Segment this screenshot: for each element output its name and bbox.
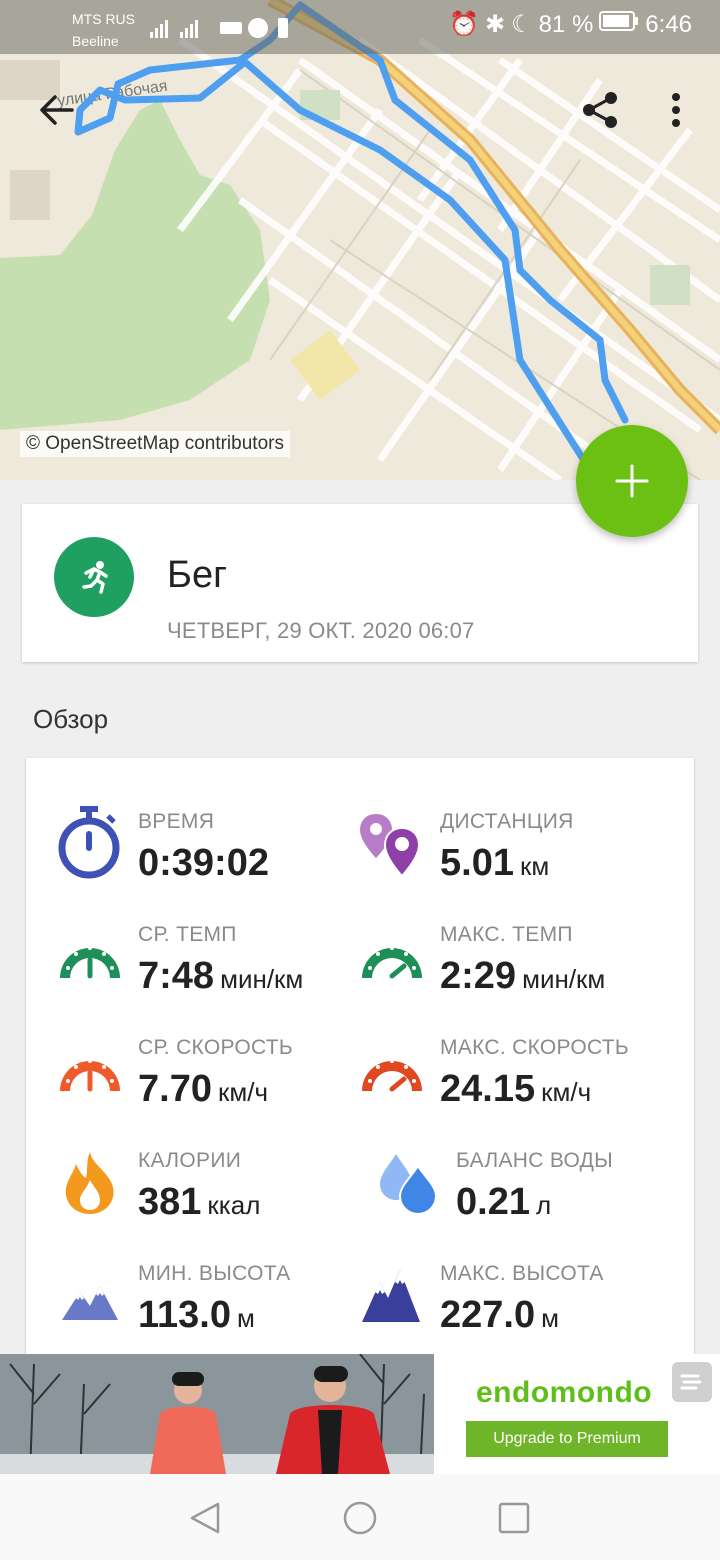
stat-label-min-altitude: МИН. ВЫСОТА [138, 1262, 291, 1285]
status-right: ⏰ ✱ ☾ 81 % 6:46 [449, 10, 692, 39]
activity-date: ЧЕТВЕРГ, 29 ОКТ. 2020 06:07 [167, 618, 475, 643]
stat-label-water: БАЛАНС ВОДЫ [456, 1149, 614, 1172]
carrier-1: MTS RUS [72, 11, 135, 27]
stat-value-max-altitude: 227.0 м [440, 1294, 559, 1336]
add-button[interactable] [576, 425, 688, 537]
ad-brand-logo: endomondo [476, 1376, 653, 1409]
circle-home-icon [343, 1501, 377, 1535]
stat-value-calories: 381 ккал [138, 1181, 261, 1223]
stat-label-distance: ДИСТАНЦИЯ [440, 810, 574, 833]
upgrade-premium-button[interactable]: Upgrade to Premium [466, 1421, 668, 1457]
system-nav-bar [0, 1474, 720, 1560]
stat-label-max-pace: МАКС. ТЕМП [440, 923, 573, 946]
square-recents-icon [498, 1502, 530, 1534]
stat-label-time: ВРЕМЯ [138, 810, 215, 833]
stat-label-avg-speed: СР. СКОРОСТЬ [138, 1036, 293, 1059]
water-drops-icon [376, 1152, 440, 1221]
stat-value-min-altitude: 113.0 м [138, 1294, 255, 1336]
battery-percent: 81 % [538, 10, 594, 38]
nav-back-button[interactable] [186, 1498, 226, 1538]
overview-title: Обзор [33, 704, 109, 734]
stat-value-max-pace: 2:29 мин/км [440, 955, 606, 997]
map-pin-icon [358, 812, 424, 883]
share-icon [583, 92, 617, 128]
ad-photo [0, 1354, 434, 1474]
ad-choices-icon[interactable] [672, 1362, 712, 1402]
stat-label-max-altitude: МАКС. ВЫСОТА [440, 1262, 604, 1285]
carrier-2: Beeline [72, 33, 119, 49]
stat-label-max-speed: МАКС. СКОРОСТЬ [440, 1036, 629, 1059]
signal-strength-icon [150, 18, 288, 38]
stat-value-max-speed: 24.15 км/ч [440, 1068, 592, 1110]
more-options-button[interactable] [646, 80, 706, 140]
stat-value-avg-speed: 7.70 км/ч [138, 1068, 268, 1110]
stat-value-time: 0:39:02 [138, 842, 269, 884]
map-graphic: улица Рабочая [0, 0, 720, 480]
max-pace-gauge-icon [360, 934, 424, 985]
more-vert-icon [672, 93, 680, 127]
plus-icon [615, 464, 649, 498]
activity-card: Бег ЧЕТВЕРГ, 29 ОКТ. 2020 06:07 [22, 504, 698, 662]
nav-home-button[interactable] [340, 1498, 380, 1538]
status-bar: MTS RUS Beeline ⏰ ✱ ☾ 81 % 6:46 [0, 0, 720, 54]
avg-speed-gauge-icon [58, 1047, 122, 1098]
flame-icon [62, 1150, 118, 1221]
sport-name: Бег [167, 554, 227, 596]
alarm-icon: ⏰ [449, 11, 479, 38]
max-altitude-mountain-icon [362, 1270, 420, 1327]
triangle-back-icon [190, 1502, 220, 1534]
stat-label-calories: КАЛОРИИ [138, 1149, 242, 1172]
ad-banner[interactable]: endomondo Upgrade to Premium [0, 1354, 720, 1474]
moon-icon: ☾ [511, 11, 533, 38]
avg-pace-gauge-icon [58, 934, 122, 985]
stat-value-avg-pace: 7:48 мин/км [138, 955, 304, 997]
max-speed-gauge-icon [360, 1047, 424, 1098]
min-altitude-mountain-icon [62, 1286, 118, 1325]
route-map[interactable]: улица Рабочая © OpenStreetMap contributo… [0, 0, 720, 480]
back-button[interactable] [26, 80, 86, 140]
sport-badge [54, 537, 134, 617]
battery-icon [599, 10, 639, 39]
map-attribution[interactable]: © OpenStreetMap contributors [20, 431, 290, 457]
nav-recents-button[interactable] [494, 1498, 534, 1538]
bluetooth-icon: ✱ [484, 11, 506, 38]
share-button[interactable] [570, 80, 630, 140]
stats-card: ВРЕМЯ 0:39:02 ДИСТАНЦИЯ 5.01 км СР. ТЕМП … [26, 758, 694, 1378]
running-person-icon [82, 561, 108, 594]
signal-icons [150, 16, 290, 45]
stat-value-distance: 5.01 км [440, 842, 550, 884]
arrow-back-icon [40, 95, 74, 125]
stat-label-avg-pace: СР. ТЕМП [138, 923, 237, 946]
clock: 6:46 [645, 10, 692, 38]
stopwatch-icon [56, 804, 122, 885]
carrier-info: MTS RUS Beeline [72, 8, 135, 52]
stat-value-water: 0.21 л [456, 1181, 552, 1223]
